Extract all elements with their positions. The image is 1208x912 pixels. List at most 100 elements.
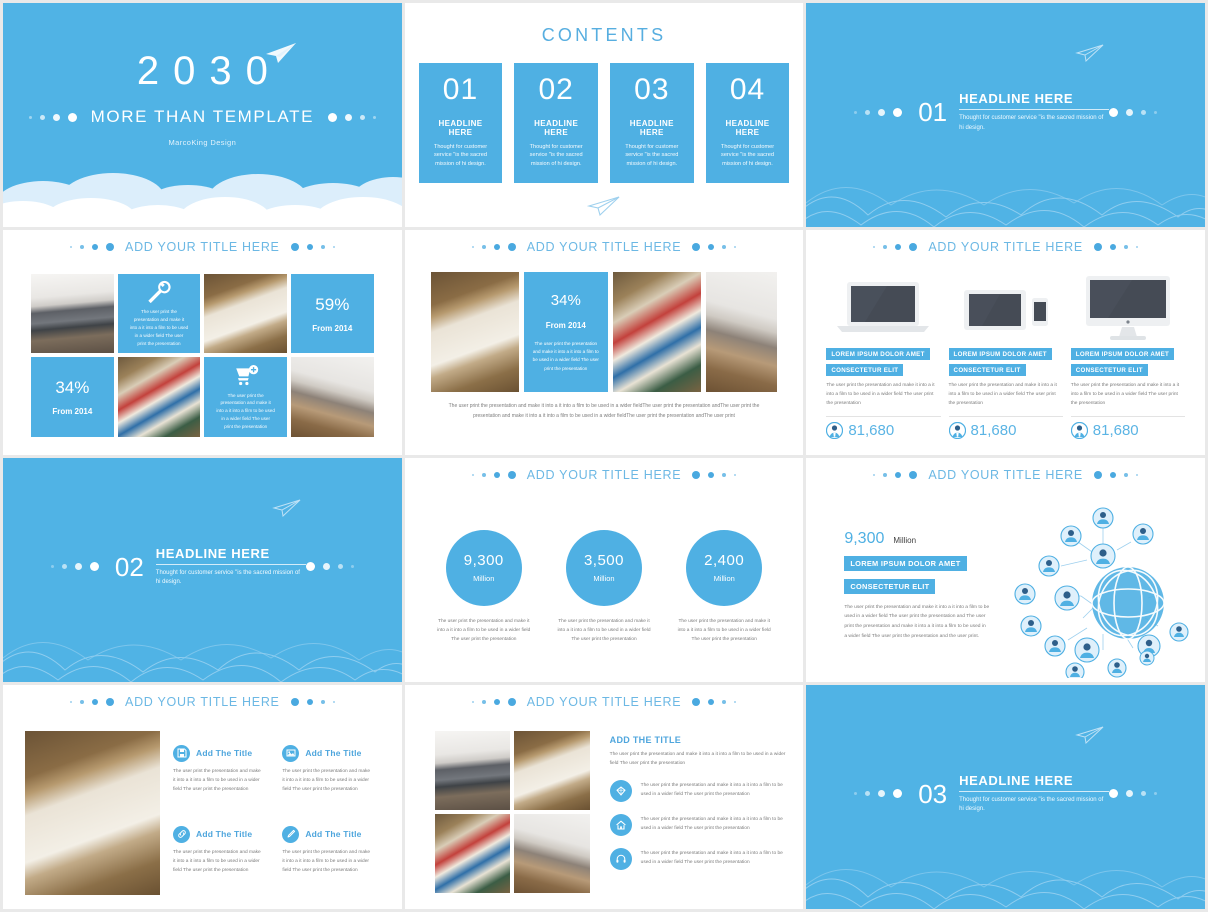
list-intro: The user print the presentation and make… xyxy=(609,751,786,766)
slide-header: ADD YOUR TITLE HERE xyxy=(405,458,804,492)
desk-laptop-photo xyxy=(31,274,114,354)
headset-icon xyxy=(609,847,632,870)
card-body: Thought for customer service "is the sac… xyxy=(433,143,488,167)
dots-right xyxy=(692,697,737,706)
device-tag-1: LOREM IPSUM DOLOR AMET xyxy=(826,348,930,361)
dots-left xyxy=(471,470,516,479)
typography-photo xyxy=(612,272,701,393)
dots-right xyxy=(290,243,335,252)
list-item[interactable]: The user print the presentation and make… xyxy=(609,813,788,836)
dots-right xyxy=(305,562,354,572)
slide-title[interactable]: 2030 MORE THAN TEMPLATE MarcoKing Design xyxy=(3,3,402,228)
slide-section-03[interactable]: 03 HEADLINE HERE Thought for customer se… xyxy=(806,684,1205,909)
user-avatar-icon xyxy=(826,421,844,439)
slide-title: ADD YOUR TITLE HERE xyxy=(928,240,1083,255)
slide-section-01[interactable]: 01 HEADLINE HERE Thought for customer se… xyxy=(806,3,1205,228)
dots-right xyxy=(290,697,335,706)
slide-photo-grid[interactable]: ADD YOUR TITLE HERE The user print the p… xyxy=(3,230,402,455)
device-tag-2: CONSECTETUR ELIT xyxy=(948,364,1026,377)
circle-body: The user print the presentation and make… xyxy=(677,618,771,642)
section-text: HEADLINE HERE Thought for customer servi… xyxy=(155,546,306,588)
photo-grid: The user print the presentation and make… xyxy=(31,274,374,437)
feature-head: Add The Title xyxy=(173,825,270,843)
device-tag-2: CONSECTETUR ELIT xyxy=(826,364,904,377)
slide-contents[interactable]: CONTENTS 01 HEADLINE HERE Thought for cu… xyxy=(404,3,804,228)
dots-left xyxy=(28,112,77,122)
book-stamp-photo xyxy=(204,274,287,354)
slide-title: ADD YOUR TITLE HERE xyxy=(526,694,682,709)
section-text: HEADLINE HERE Thought for customer servi… xyxy=(959,91,1110,133)
feature-item[interactable]: Add The Title The user print the present… xyxy=(282,816,387,895)
dots-right xyxy=(1093,470,1138,479)
feature-item[interactable]: Add The Title The user print the present… xyxy=(173,735,278,814)
card-body: Thought for customer service "is the sac… xyxy=(625,143,679,167)
contents-card[interactable]: 02 HEADLINE HERE Thought for customer se… xyxy=(514,63,598,183)
cloud-outline-graphic xyxy=(806,869,1205,909)
contents-card[interactable]: 03 HEADLINE HERE Thought for customer se… xyxy=(610,63,694,183)
laptop-icon xyxy=(835,274,931,342)
section-number: 01 xyxy=(918,97,948,128)
circle-value: 9,300 xyxy=(463,552,504,569)
circle-unit: Million xyxy=(713,574,735,583)
desktop-monitor-icon xyxy=(1080,274,1176,342)
device-tag-1: LOREM IPSUM DOLOR AMET xyxy=(948,348,1052,361)
list-item[interactable]: The user print the presentation and make… xyxy=(609,847,788,870)
stat-panel: 34% From 2014 The user print the present… xyxy=(523,272,608,393)
slide-network[interactable]: ADD YOUR TITLE HERE 9,300 Million LOREM … xyxy=(806,457,1205,682)
contents-card[interactable]: 01 HEADLINE HERE Thought for customer se… xyxy=(418,63,503,183)
feature-item[interactable]: Add The Title The user print the present… xyxy=(173,816,278,895)
slide-devices[interactable]: ADD YOUR TITLE HERE LOREM IPSUM DOLOR AM… xyxy=(806,230,1205,455)
device-count: 81,680 xyxy=(1092,421,1139,439)
device-body: The user print the presentation and make… xyxy=(826,383,935,406)
wrench-info-cell[interactable]: The user print the presentation and make… xyxy=(117,274,201,354)
contents-card[interactable]: 04 HEADLINE HERE Thought for customer se… xyxy=(705,63,790,183)
feature-item[interactable]: Add The Title The user print the present… xyxy=(282,735,387,814)
slide-deck-grid: 2030 MORE THAN TEMPLATE MarcoKing Design xyxy=(0,0,1208,912)
dots-left xyxy=(873,470,918,479)
device-tag-1: LOREM IPSUM DOLOR AMET xyxy=(1070,348,1175,361)
network-globe-graphic xyxy=(1014,506,1189,678)
list-item-body: The user print the presentation and make… xyxy=(640,850,783,866)
title-subtitle: MORE THAN TEMPLATE xyxy=(90,107,315,126)
list-heading: ADD THE TITLE xyxy=(609,734,682,745)
section-body: Thought for customer service "is the sac… xyxy=(155,569,300,586)
desk-laptop-photo xyxy=(434,730,511,810)
slide-title: ADD YOUR TITLE HERE xyxy=(526,467,682,482)
device-columns: LOREM IPSUM DOLOR AMET CONSECTETUR ELIT … xyxy=(826,270,1185,446)
network-number-row: 9,300 Million xyxy=(844,530,989,548)
feature-body: The user print the presentation and make… xyxy=(173,849,261,874)
add-cart-info-cell[interactable]: The user print the presentation and make… xyxy=(204,357,287,437)
image-icon xyxy=(282,744,300,762)
dots-left xyxy=(873,243,918,252)
slide-photo-row[interactable]: ADD YOUR TITLE HERE 34% From 2014 The us… xyxy=(404,230,804,455)
slide-circles[interactable]: ADD YOUR TITLE HERE 9,300 Million The us… xyxy=(404,457,804,682)
add-cart-icon xyxy=(235,365,258,386)
device-column-desktop: LOREM IPSUM DOLOR AMET CONSECTETUR ELIT … xyxy=(1070,270,1185,446)
slide-section-02[interactable]: 02 HEADLINE HERE Thought for customer se… xyxy=(3,457,402,682)
book-stamp-photo xyxy=(25,730,160,895)
slide-features[interactable]: ADD YOUR TITLE HERE Add The Title The us… xyxy=(3,684,402,909)
card-body: Thought for customer service "is the sac… xyxy=(529,143,583,167)
list-item[interactable]: The user print the presentation and make… xyxy=(609,779,788,802)
stat-cell-59: 59% From 2014 xyxy=(290,274,374,354)
list-column: ADD THE TITLE The user print the present… xyxy=(609,734,788,895)
circle-stats: 9,300 Million The user print the present… xyxy=(429,508,780,670)
network-text-block: 9,300 Million LOREM IPSUM DOLOR AMET CON… xyxy=(844,530,989,642)
title-author: MarcoKing Design xyxy=(168,138,237,147)
feature-list: Add The Title The user print the present… xyxy=(173,735,388,895)
user-avatar-icon xyxy=(1070,421,1088,439)
chairs-table-photo xyxy=(290,357,374,437)
slide-quad-list[interactable]: ADD YOUR TITLE HERE ADD THE TITLE The us… xyxy=(404,684,804,909)
section-body: Thought for customer service "is the sac… xyxy=(959,796,1104,813)
device-count: 81,680 xyxy=(848,421,895,439)
feature-body: The user print the presentation and make… xyxy=(282,768,371,792)
circle-stat: 9,300 Million The user print the present… xyxy=(429,508,539,670)
dots-left xyxy=(471,243,516,252)
divider xyxy=(948,415,1063,417)
list-item-body: The user print the presentation and make… xyxy=(640,782,783,798)
cell-body: The user print the presentation and make… xyxy=(129,309,189,346)
cell-body: The user print the presentation and make… xyxy=(216,392,275,429)
slide-header: ADD YOUR TITLE HERE xyxy=(3,685,402,719)
stat-from: From 2014 xyxy=(545,320,586,330)
section-row: 03 HEADLINE HERE Thought for customer se… xyxy=(806,773,1205,815)
